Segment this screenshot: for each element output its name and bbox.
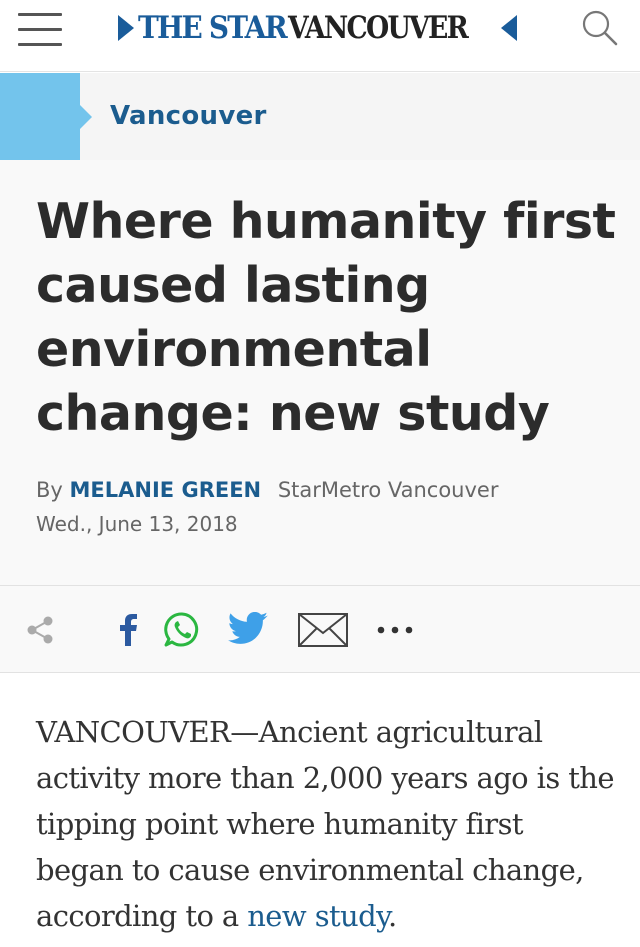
twitter-share-button[interactable] xyxy=(226,608,272,652)
byline-prefix: By xyxy=(36,478,63,502)
share-button[interactable] xyxy=(22,608,58,652)
facebook-share-button[interactable] xyxy=(114,608,142,652)
lede-end: . xyxy=(388,899,397,933)
share-icon xyxy=(27,616,53,644)
logo-brand-text: THE STAR xyxy=(138,10,288,46)
publish-date: Wed., June 13, 2018 xyxy=(36,512,238,536)
logo-left-mark-icon xyxy=(118,15,134,41)
facebook-icon xyxy=(120,614,137,646)
search-button[interactable] xyxy=(580,8,620,48)
hamburger-menu-button[interactable] xyxy=(18,13,62,47)
whatsapp-icon xyxy=(164,612,199,647)
article-header: Where humanity first caused lasting envi… xyxy=(0,160,640,585)
article-body: VANCOUVER—Ancient agricultural activity … xyxy=(0,673,640,947)
section-accent-tab xyxy=(0,73,92,160)
section-header: Vancouver xyxy=(0,73,640,160)
twitter-icon xyxy=(228,612,268,644)
logo-city-text: VANCOUVER xyxy=(288,10,469,46)
email-icon xyxy=(298,613,348,647)
author-link[interactable]: MELANIE GREEN xyxy=(70,478,262,502)
share-toolbar xyxy=(0,585,640,673)
article-headline: Where humanity first caused lasting envi… xyxy=(36,193,616,442)
logo-right-mark-icon xyxy=(500,15,517,41)
more-options-button[interactable] xyxy=(374,608,416,652)
byline: By MELANIE GREEN StarMetro Vancouver xyxy=(36,478,498,502)
new-study-link[interactable]: new study xyxy=(247,899,388,933)
whatsapp-share-button[interactable] xyxy=(162,608,202,652)
site-logo[interactable]: THE STAR VANCOUVER xyxy=(118,8,517,48)
more-icon xyxy=(377,626,413,634)
email-share-button[interactable] xyxy=(296,608,350,652)
search-icon xyxy=(582,10,618,46)
byline-outlet: StarMetro Vancouver xyxy=(277,478,499,502)
section-link-vancouver[interactable]: Vancouver xyxy=(110,101,267,131)
article-lede-paragraph: VANCOUVER—Ancient agricultural activity … xyxy=(36,709,616,939)
top-navigation-bar: THE STAR VANCOUVER xyxy=(0,0,640,72)
